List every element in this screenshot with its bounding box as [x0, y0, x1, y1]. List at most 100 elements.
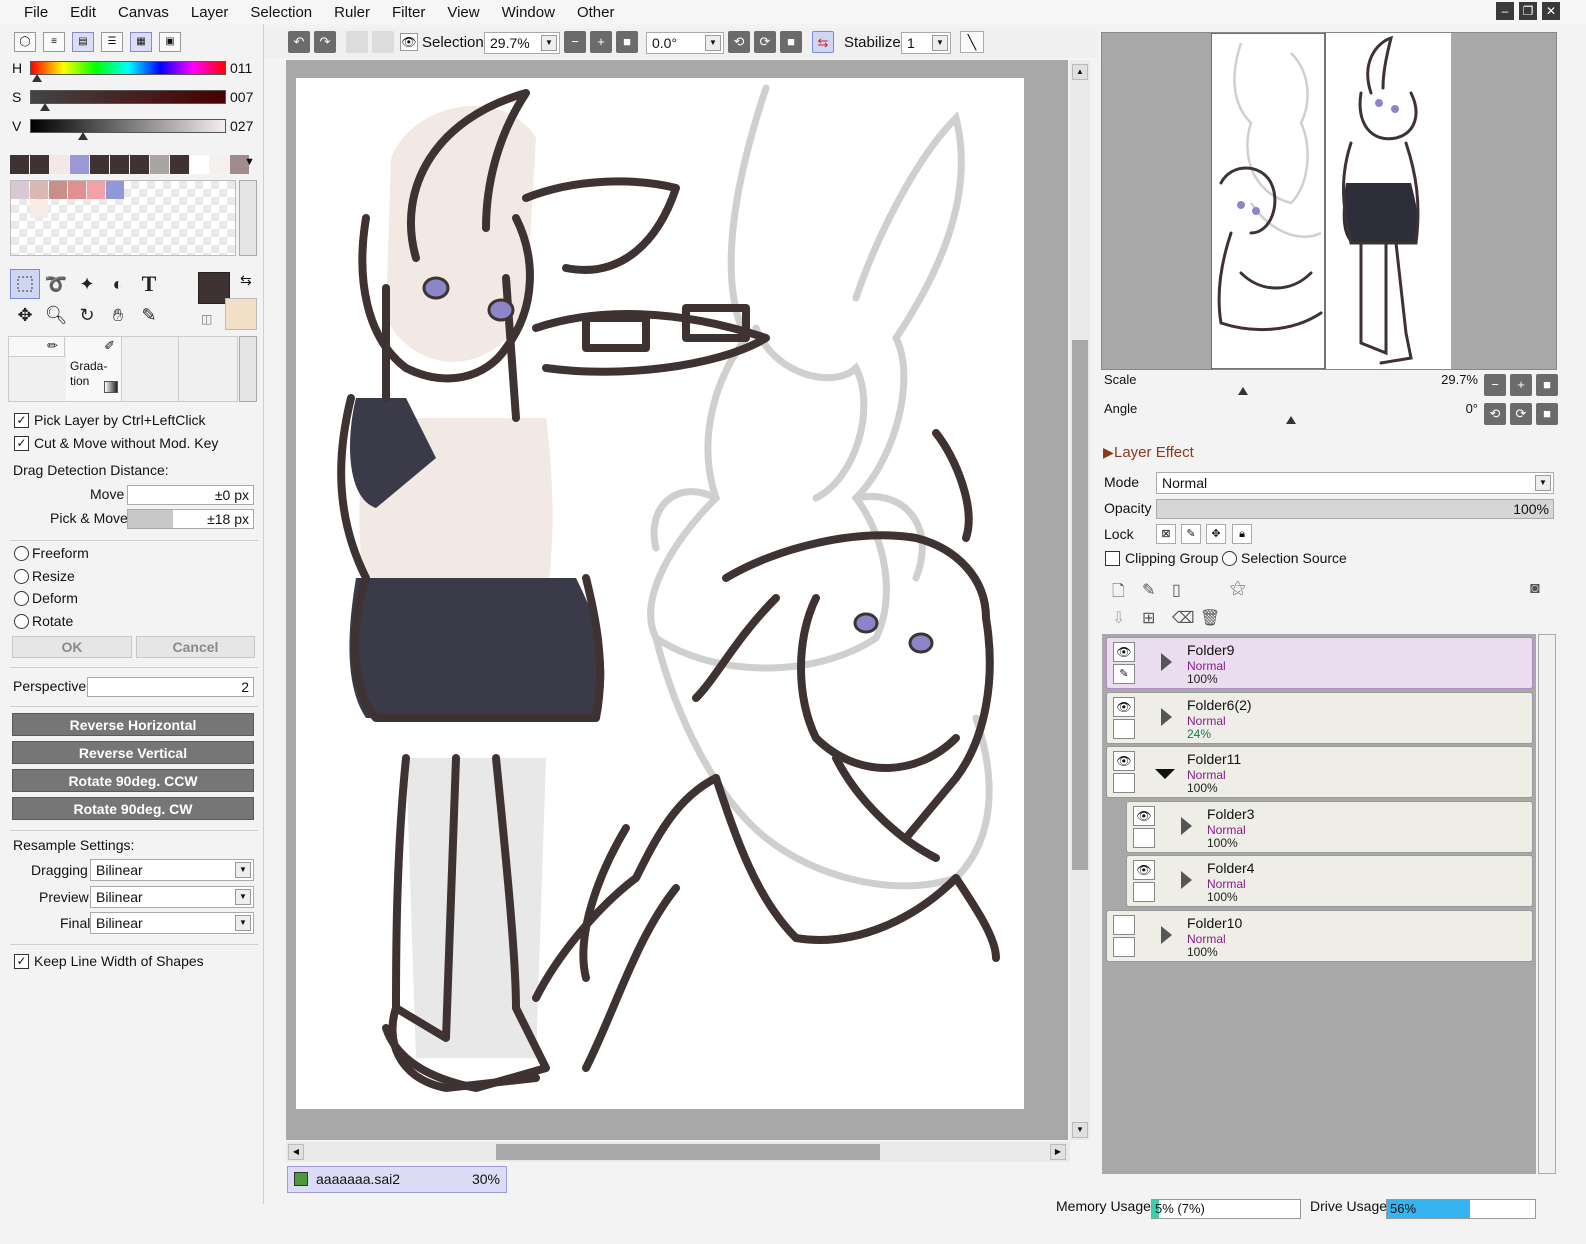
nav-rotate-left-button[interactable]: ⟲: [1484, 403, 1506, 425]
perspective-field[interactable]: 2: [87, 677, 254, 697]
lasso-tool[interactable]: ➰: [41, 269, 71, 299]
eye-icon[interactable]: 👁︎: [1133, 860, 1155, 880]
reverse-horizontal-button[interactable]: Reverse Horizontal: [12, 713, 254, 736]
saturation-slider[interactable]: S 007: [10, 87, 260, 115]
opacity-slider[interactable]: 100%: [1156, 499, 1554, 519]
layer-row[interactable]: 👁︎ ✎ Folder9 Normal 100%: [1106, 637, 1533, 689]
layer-checkbox[interactable]: [1113, 936, 1135, 957]
rotate-ccw-button[interactable]: Rotate 90deg. CCW: [12, 769, 254, 792]
layer-effects-icon[interactable]: ⚝: [1230, 580, 1246, 598]
layer-checkbox[interactable]: [1133, 882, 1155, 902]
restore-button[interactable]: ❐: [1519, 2, 1537, 20]
zoom-out-button[interactable]: −: [564, 31, 586, 53]
chevron-down-icon[interactable]: ▼: [541, 35, 557, 51]
stroke-line-icon[interactable]: ╲: [960, 31, 984, 53]
eye-icon[interactable]: 👁︎: [400, 33, 418, 51]
nav-rotate-reset-button[interactable]: ■: [1536, 403, 1558, 425]
lock-paint-icon[interactable]: ✎: [1181, 524, 1201, 544]
rotate-tool[interactable]: ↻: [72, 300, 102, 330]
eye-icon[interactable]: 👁︎: [1113, 696, 1135, 717]
zoom-reset-button[interactable]: ■: [616, 31, 638, 53]
vertical-scrollbar[interactable]: ▲ ▼: [1070, 60, 1090, 1140]
palette-swatch[interactable]: [11, 181, 29, 199]
freeform-radio[interactable]: [14, 546, 29, 561]
hsv-slider-tab[interactable]: ▤: [72, 32, 94, 52]
menu-other[interactable]: Other: [565, 4, 625, 21]
scale-handle[interactable]: [1238, 387, 1248, 395]
trash-icon[interactable]: 🗑︎: [1200, 608, 1220, 628]
transfer-down-icon[interactable]: ⇩: [1112, 608, 1125, 628]
color-wheel-tab[interactable]: ◯: [14, 32, 36, 52]
layer-row[interactable]: 👁︎ Folder11 Normal 100%: [1106, 746, 1533, 798]
scale-down-button[interactable]: −: [1484, 374, 1506, 396]
drawing-canvas[interactable]: [296, 78, 1024, 1109]
pick-move-distance-field[interactable]: ±18 px: [127, 509, 254, 529]
palette-swatch[interactable]: [87, 181, 105, 199]
final-select[interactable]: Bilinear ▼: [90, 912, 254, 934]
folder-collapsed-icon[interactable]: [1181, 871, 1192, 889]
layer-row[interactable]: 👁︎ Folder6(2) Normal 24%: [1106, 691, 1533, 744]
flip-view-button[interactable]: ⇆: [812, 31, 834, 53]
menu-view[interactable]: View: [435, 4, 489, 21]
clipping-group-checkbox[interactable]: [1105, 551, 1120, 566]
deselect-button[interactable]: [346, 31, 368, 53]
rotate-cw-button[interactable]: Rotate 90deg. CW: [12, 797, 254, 820]
rgb-slider-tab[interactable]: ≡: [43, 32, 65, 52]
hue-slider[interactable]: H 011: [10, 58, 260, 86]
mixer-tab[interactable]: ☰: [101, 32, 123, 52]
layer-checkbox[interactable]: [1113, 773, 1135, 793]
color-swatch[interactable]: [130, 155, 149, 174]
color-swatch[interactable]: [210, 155, 229, 174]
zoom-select[interactable]: 29.7% ▼: [484, 32, 560, 54]
folder-expanded-icon[interactable]: [1155, 769, 1175, 779]
preview-select[interactable]: Bilinear ▼: [90, 886, 254, 908]
folder-collapsed-icon[interactable]: [1161, 707, 1172, 726]
blend-mode-select[interactable]: Normal ▼: [1156, 472, 1554, 494]
close-button[interactable]: ✕: [1542, 2, 1560, 20]
minimize-button[interactable]: –: [1496, 2, 1514, 20]
palette-swatch[interactable]: [106, 181, 124, 199]
layer-row[interactable]: Folder10 Normal 100%: [1106, 909, 1533, 962]
cancel-button[interactable]: Cancel: [136, 636, 255, 658]
color-swatch[interactable]: [70, 155, 89, 174]
resize-radio[interactable]: [14, 569, 29, 584]
eye-icon[interactable]: 👁︎: [1113, 642, 1135, 662]
pen-icon[interactable]: ✎: [1113, 664, 1135, 684]
rotate-left-button[interactable]: ⟲: [728, 31, 750, 53]
color-palette[interactable]: [10, 180, 236, 256]
move-tool[interactable]: ✥: [10, 300, 40, 330]
pick-layer-checkbox[interactable]: ✓: [14, 413, 29, 428]
angle-slider[interactable]: Angle 0°: [1104, 399, 1478, 425]
undo-button[interactable]: ↶: [288, 31, 310, 53]
move-distance-field[interactable]: ±0 px: [127, 485, 254, 505]
expand-arrow-icon[interactable]: ▶: [1103, 444, 1114, 461]
hidden-eye-icon[interactable]: [1113, 914, 1135, 935]
hand-tool[interactable]: ✋︎: [103, 300, 133, 330]
nav-rotate-right-button[interactable]: ⟳: [1510, 403, 1532, 425]
brush-slot-gradation[interactable]: ✐ Grada- tion: [66, 337, 122, 401]
layer-list-scrollbar[interactable]: [1538, 634, 1556, 1174]
palette-swatch[interactable]: [49, 181, 67, 199]
eyedropper-tool[interactable]: ✎: [134, 300, 164, 330]
brush-slot-pen[interactable]: ✏: [9, 337, 65, 357]
color-swatch[interactable]: [30, 155, 49, 174]
keep-line-width-checkbox[interactable]: ✓: [14, 954, 29, 969]
chevron-down-icon[interactable]: ▼: [235, 889, 251, 905]
color-swatch[interactable]: [150, 155, 169, 174]
cut-move-checkbox[interactable]: ✓: [14, 436, 29, 451]
swap-colors-icon[interactable]: ⇆: [240, 272, 252, 289]
eye-icon[interactable]: 👁︎: [1133, 805, 1155, 826]
swatch-tab[interactable]: ▦: [130, 32, 152, 52]
eye-icon[interactable]: 👁︎: [1113, 751, 1135, 771]
layer-checkbox[interactable]: [1113, 718, 1135, 739]
menu-ruler[interactable]: Ruler: [322, 4, 380, 21]
ok-button[interactable]: OK: [12, 636, 132, 658]
shape-tool[interactable]: ◐: [103, 269, 133, 299]
zoom-in-button[interactable]: +: [590, 31, 612, 53]
chevron-down-icon[interactable]: ▼: [932, 35, 948, 51]
lock-all-icon[interactable]: 🔒︎: [1232, 524, 1252, 544]
scale-up-button[interactable]: +: [1510, 374, 1532, 396]
chevron-down-icon[interactable]: ▼: [235, 915, 251, 931]
layer-mask-icon[interactable]: ◙: [1530, 580, 1540, 598]
brush-slot-empty[interactable]: [123, 337, 179, 401]
